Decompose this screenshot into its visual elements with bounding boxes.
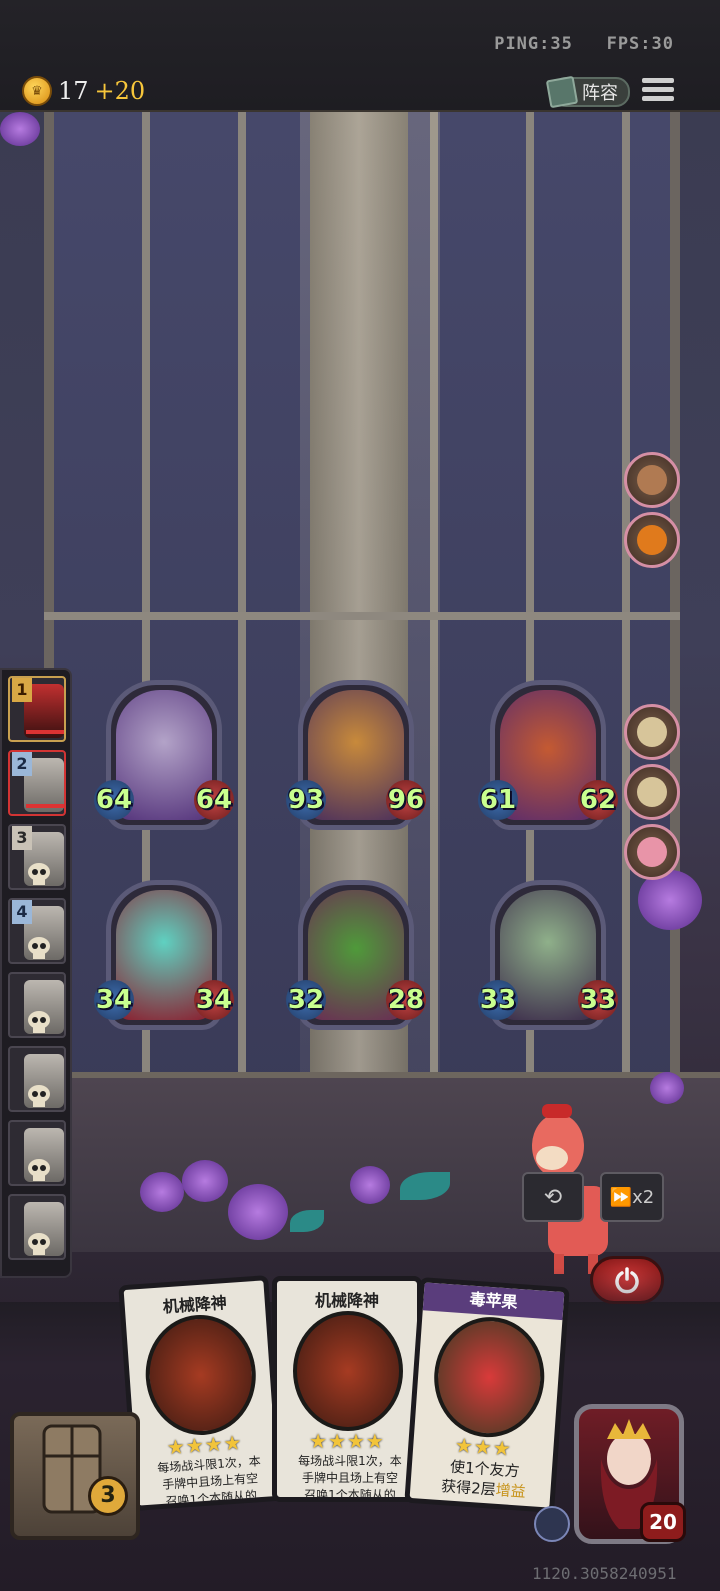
health-bar	[26, 730, 64, 734]
skull-icon	[26, 862, 52, 886]
window-crossbar	[44, 612, 680, 620]
card-text: 使1个友方 获得2层增益	[440, 1457, 527, 1501]
ship-icon	[637, 777, 667, 807]
minion-horned-witch[interactable]: 33 33	[478, 880, 618, 1030]
minion-health: 34	[194, 980, 234, 1020]
coin-icon: ♛	[22, 76, 52, 106]
lineup-label: 阵容	[582, 83, 618, 104]
skull-icon	[26, 936, 52, 960]
minion-attack: 61	[478, 780, 518, 820]
fps-readout: FPS:30	[606, 34, 674, 54]
trinket-pumpkin[interactable]	[624, 512, 680, 568]
pig-icon	[637, 837, 667, 867]
skull-icon	[26, 1010, 52, 1034]
card-stars: ★★★★	[309, 1429, 385, 1453]
roster-slot-7[interactable]	[8, 1120, 66, 1186]
roster-slot-6[interactable]	[8, 1046, 66, 1112]
deck-chest[interactable]: 3	[10, 1412, 140, 1540]
minion-attack: 64	[94, 780, 134, 820]
minion-green-dragon[interactable]: 32 28	[286, 880, 426, 1030]
mech-god-art	[293, 1311, 403, 1431]
roster-slot-3[interactable]: 3	[8, 824, 66, 890]
minion-health: 96	[386, 780, 426, 820]
minion-attack: 93	[286, 780, 326, 820]
trinket-pig[interactable]	[624, 824, 680, 880]
minion-siege-engine[interactable]: 61 62	[478, 680, 618, 830]
ping-readout: PING:35	[494, 34, 573, 54]
undo-button[interactable]: ⟲	[522, 1172, 584, 1222]
minion-attack: 32	[286, 980, 326, 1020]
roster-slot-2[interactable]: 2	[8, 750, 66, 816]
chest-icon	[42, 1424, 102, 1514]
minion-pumpkin-golem[interactable]: 93 96	[286, 680, 426, 830]
trinket-cookie[interactable]	[624, 452, 680, 508]
top-bar: PING:35 FPS:30 ♛ 17 +20 阵容	[0, 0, 720, 112]
menu-icon[interactable]	[642, 78, 674, 104]
undo-icon: ⟲	[543, 1184, 563, 1210]
card-text: 每场战斗限1次，本 手牌中且场上有空 召唤1个本随从的	[156, 1454, 262, 1509]
network-info: PING:35 FPS:30	[494, 34, 674, 54]
rose-decoration	[0, 112, 40, 146]
card-title: 毒苹果	[422, 1282, 565, 1321]
rose-decoration	[350, 1166, 390, 1204]
minion-attack: 34	[94, 980, 134, 1020]
cookie-icon	[637, 465, 667, 495]
mech-god-art	[141, 1311, 260, 1439]
fast-forward-icon: ⏩	[609, 1186, 633, 1208]
hand-card-2[interactable]: 机械降神 ★★★★ 每场战斗限1次，本 手牌中且场上有空 召唤1个本随从的	[272, 1276, 422, 1502]
poison-apple-art	[430, 1313, 549, 1441]
minion-attack: 33	[478, 980, 518, 1020]
shield-icon[interactable]	[534, 1506, 570, 1542]
hero-health: 20	[640, 1502, 686, 1542]
minion-health: 62	[578, 780, 618, 820]
skull-icon	[26, 1084, 52, 1108]
trinket-ship-1[interactable]	[624, 704, 680, 760]
card-text: 每场战斗限1次，本 手牌中且场上有空 召唤1个本随从的	[298, 1454, 402, 1502]
rose-decoration	[140, 1172, 184, 1212]
roster-slot-5[interactable]	[8, 972, 66, 1038]
minion-health: 33	[578, 980, 618, 1020]
deck-count: 3	[88, 1476, 128, 1516]
coordinate-readout: 1120.3058240951	[532, 1564, 677, 1583]
hand-card-3[interactable]: 毒苹果 ★★★ 使1个友方 获得2层增益	[404, 1277, 570, 1513]
rose-decoration	[182, 1160, 228, 1202]
speed-button[interactable]: ⏩ x2	[600, 1172, 664, 1222]
minion-skeleton-mage[interactable]: 64 64	[94, 680, 234, 830]
coin-display: ♛ 17 +20	[22, 76, 145, 106]
roster-rank: 4	[12, 900, 32, 924]
player-roster: 1 2 3 4	[0, 668, 72, 1278]
roster-slot-4[interactable]: 4	[8, 898, 66, 964]
minion-ghost-ogre[interactable]: 34 34	[94, 880, 234, 1030]
speed-label: x2	[632, 1186, 655, 1208]
minion-health: 64	[194, 780, 234, 820]
hand-card-1[interactable]: 机械降神 ★★★★ 每场战斗限1次，本 手牌中且场上有空 召唤1个本随从的	[118, 1275, 284, 1511]
card-title: 机械降神	[314, 1291, 379, 1310]
lineup-button[interactable]: 阵容	[545, 75, 630, 109]
roster-slot-1[interactable]: 1	[8, 676, 66, 742]
roster-slot-8[interactable]	[8, 1194, 66, 1260]
coin-count: 17	[58, 77, 89, 105]
rose-decoration	[650, 1072, 684, 1104]
rose-decoration	[228, 1184, 288, 1240]
roster-rank: 1	[12, 678, 32, 702]
book-icon	[545, 75, 579, 109]
skull-icon	[26, 1158, 52, 1182]
health-bar	[26, 804, 64, 808]
minion-health: 28	[386, 980, 426, 1020]
skull-icon	[26, 1232, 52, 1256]
trinket-ship-2[interactable]	[624, 764, 680, 820]
roster-rank: 2	[12, 752, 32, 776]
ship-icon	[637, 717, 667, 747]
roster-rank: 3	[12, 826, 32, 850]
coin-bonus: +20	[94, 77, 146, 105]
pumpkin-icon	[637, 525, 667, 555]
